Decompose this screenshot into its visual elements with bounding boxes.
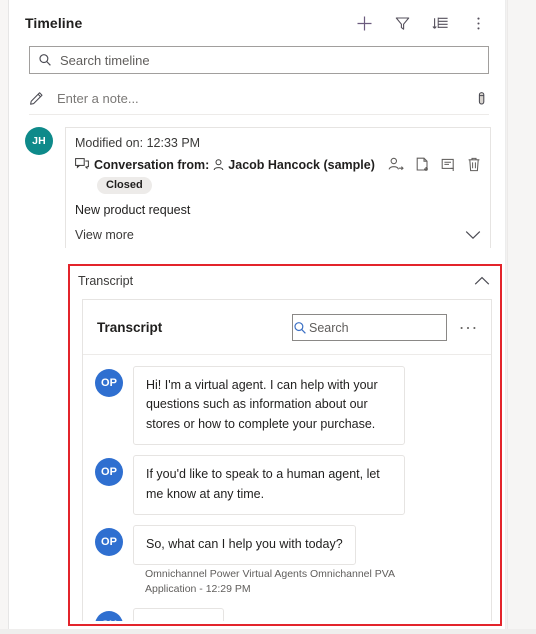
- add-record-button[interactable]: [351, 10, 377, 36]
- transcript-search-input[interactable]: [307, 319, 472, 336]
- avatar-initials: JH: [32, 135, 46, 147]
- view-more-button[interactable]: View more: [75, 228, 481, 248]
- person-icon: [213, 158, 224, 171]
- sort-descending-button[interactable]: [427, 10, 453, 36]
- message-bubble: Hi! I'm a virtual agent. I can help with…: [133, 366, 405, 446]
- avatar: CU: [95, 610, 123, 621]
- transcript-section-header[interactable]: Transcript: [70, 266, 500, 296]
- transcript-more-button[interactable]: [459, 325, 477, 331]
- screenshot-root: Timeline Search timeline Enter a note...…: [0, 0, 536, 634]
- search-timeline-input[interactable]: [60, 52, 488, 68]
- bottom-edge: [0, 629, 536, 634]
- message-bubble: Store hours: [133, 607, 224, 621]
- conversation-icon: [75, 158, 89, 171]
- list-item: CU Store hours: [95, 607, 479, 621]
- transcript-card-header: Transcript: [83, 300, 491, 355]
- list-item: OP So, what can I help you with today?: [95, 524, 479, 566]
- record-body: Modified on: 12:33 PM Conversation from:: [65, 127, 491, 248]
- chevron-down-icon: [465, 230, 481, 240]
- avatar-initials: CU: [101, 619, 117, 621]
- transcript-card: Transcript Search OP Hi! I'm a virtual a…: [82, 299, 492, 621]
- conversation-from-label: Conversation from:: [94, 157, 210, 172]
- avatar-initials: OP: [101, 466, 117, 479]
- transcript-section-label: Transcript: [78, 274, 134, 288]
- avatar: OP: [95, 458, 123, 487]
- timeline-record[interactable]: JH Modified on: 12:33 PM Conversation fr…: [9, 127, 505, 248]
- list-item: OP If you'd like to speak to a human age…: [95, 455, 479, 515]
- right-gutter: [507, 0, 536, 634]
- transcript-card-title: Transcript: [97, 320, 163, 335]
- left-gutter: [0, 0, 8, 634]
- avatar-initials: OP: [101, 535, 117, 548]
- record-modified-on: Modified on: 12:33 PM: [75, 136, 201, 150]
- avatar: JH: [25, 127, 53, 155]
- page-title: Timeline: [25, 15, 83, 31]
- enter-note-row[interactable]: [29, 83, 489, 115]
- search-icon: [293, 321, 307, 335]
- status-badge: Closed: [97, 177, 152, 194]
- timeline-header-actions: [351, 10, 491, 36]
- transcript-message-list: OP Hi! I'm a virtual agent. I can help w…: [83, 355, 491, 621]
- transcript-search-box[interactable]: [292, 314, 472, 341]
- transcript-section: Transcript Transcript Search OP Hi! I'm …: [70, 266, 500, 624]
- contact-name-link[interactable]: Jacob Hancock (sample): [228, 158, 375, 172]
- note-input[interactable]: [55, 90, 474, 107]
- note-reply-icon[interactable]: [441, 158, 456, 172]
- list-item: OP Hi! I'm a virtual agent. I can help w…: [95, 366, 479, 446]
- message-bubble: If you'd like to speak to a human agent,…: [133, 455, 405, 515]
- view-more-label: View more: [75, 228, 134, 242]
- search-timeline-box[interactable]: [29, 46, 489, 74]
- chevron-up-icon[interactable]: [474, 276, 490, 286]
- trash-icon[interactable]: [467, 157, 481, 172]
- search-icon: [30, 53, 60, 67]
- message-bubble: So, what can I help you with today?: [133, 524, 356, 566]
- filter-button[interactable]: [389, 10, 415, 36]
- record-subject: New product request: [75, 203, 191, 217]
- avatar: OP: [95, 527, 123, 556]
- record-actions: [388, 157, 481, 172]
- document-add-icon[interactable]: [415, 157, 430, 172]
- record-title-row: Conversation from: Jacob Hancock (sample…: [75, 157, 481, 172]
- avatar-initials: OP: [101, 377, 117, 389]
- timeline-header: Timeline: [9, 0, 505, 46]
- more-commands-button[interactable]: [465, 10, 491, 36]
- pencil-icon: [29, 91, 55, 106]
- message-timestamp: Omnichannel Power Virtual Agents Omnicha…: [145, 568, 395, 596]
- paperclip-icon[interactable]: [474, 91, 489, 107]
- assign-user-icon[interactable]: [388, 157, 404, 172]
- avatar: OP: [95, 369, 123, 397]
